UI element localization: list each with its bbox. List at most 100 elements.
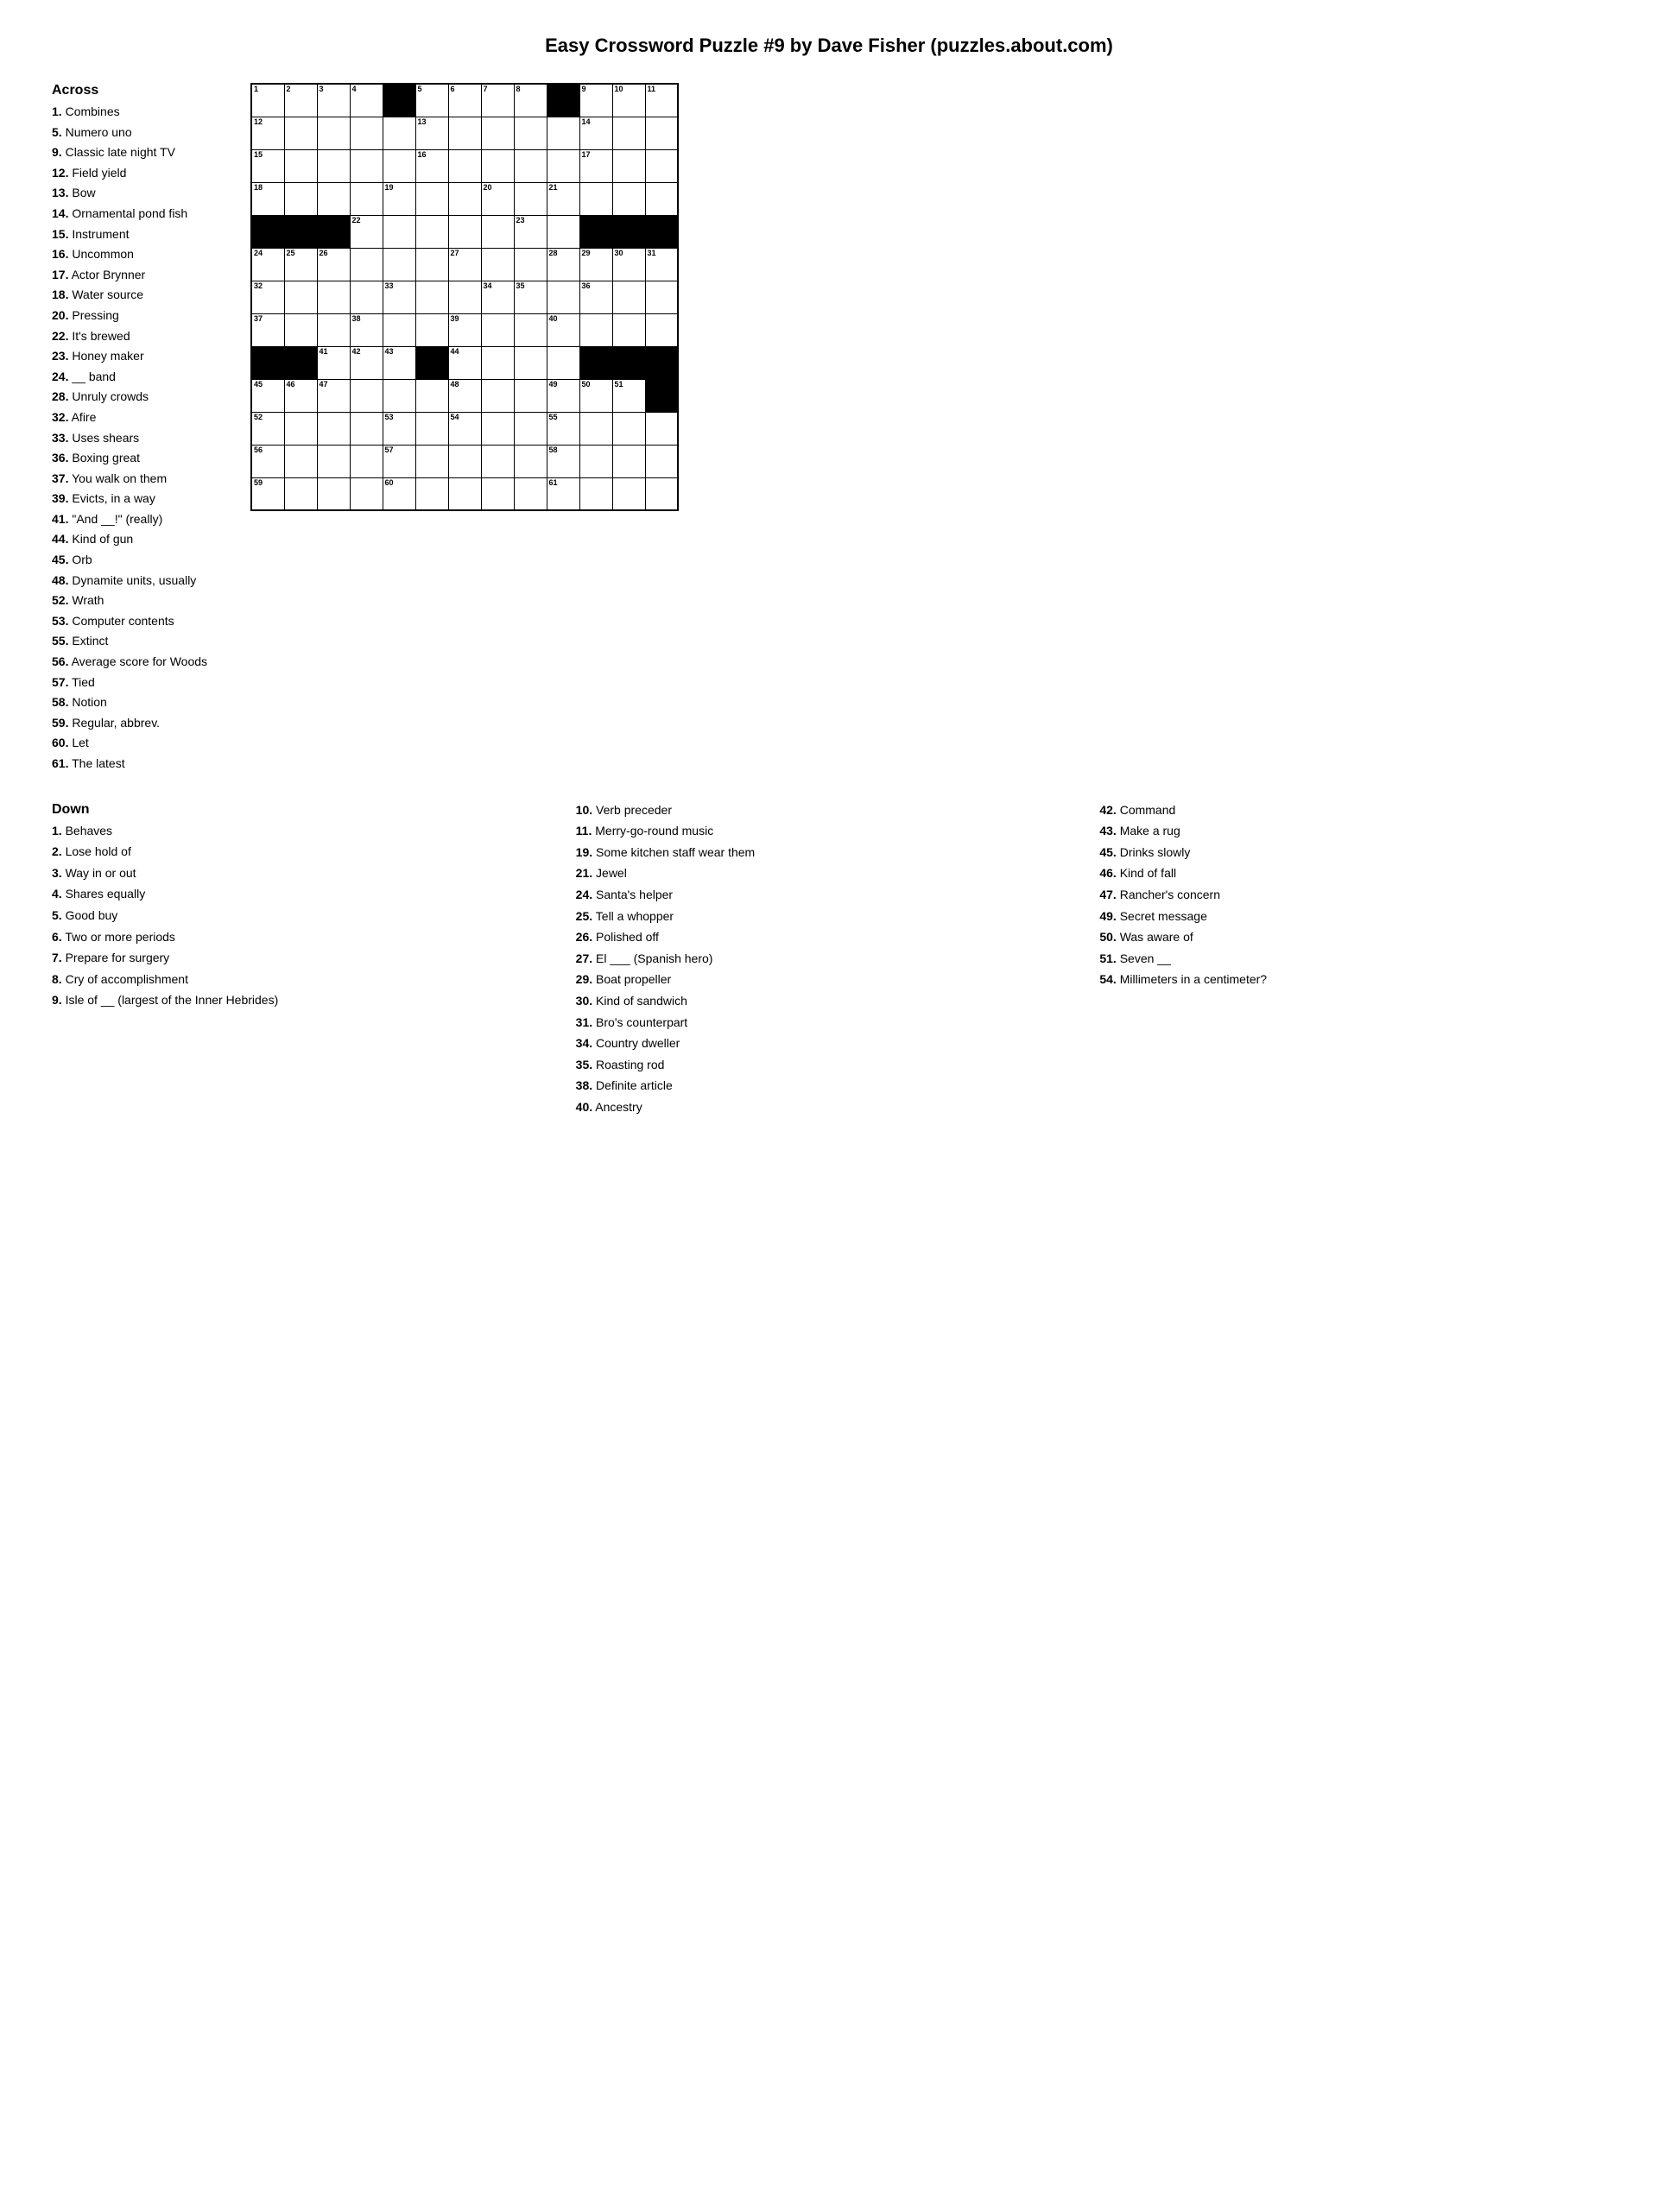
- cell-number: 53: [385, 414, 394, 421]
- cell-number: 15: [254, 151, 263, 159]
- grid-cell: [645, 182, 678, 215]
- grid-cell: [514, 379, 547, 412]
- grid-cell: [514, 346, 547, 379]
- grid-cell: [383, 117, 415, 149]
- clue-item: 47. Rancher's concern: [1099, 887, 1606, 904]
- grid-cell: [383, 379, 415, 412]
- grid-cell: [415, 379, 448, 412]
- grid-cell: [481, 313, 514, 346]
- grid-cell: [383, 313, 415, 346]
- grid-cell: [415, 248, 448, 281]
- grid-cell: 52: [251, 412, 284, 445]
- grid-cell: 44: [448, 346, 481, 379]
- cell-number: 11: [648, 85, 656, 93]
- grid-cell: [481, 215, 514, 248]
- grid-cell: 22: [350, 215, 383, 248]
- grid-cell: [317, 445, 350, 477]
- grid-cell: 31: [645, 248, 678, 281]
- clue-item: 29. Boat propeller: [576, 971, 1083, 989]
- clue-item: 41. "And __!" (really): [52, 511, 225, 528]
- grid-cell: [317, 117, 350, 149]
- clue-item: 32. Afire: [52, 409, 225, 427]
- clue-item: 54. Millimeters in a centimeter?: [1099, 971, 1606, 989]
- grid-cell: 56: [251, 445, 284, 477]
- grid-cell: [415, 412, 448, 445]
- grid-cell: [481, 248, 514, 281]
- grid-cell: [251, 215, 284, 248]
- cell-number: 14: [582, 118, 591, 126]
- grid-cell: 27: [448, 248, 481, 281]
- clue-item: 19. Some kitchen staff wear them: [576, 844, 1083, 862]
- clue-item: 33. Uses shears: [52, 430, 225, 447]
- clue-item: 14. Ornamental pond fish: [52, 205, 225, 223]
- clue-item: 1. Combines: [52, 104, 225, 121]
- cell-number: 30: [615, 250, 623, 257]
- grid-cell: [251, 346, 284, 379]
- grid-cell: 8: [514, 84, 547, 117]
- clue-item: 12. Field yield: [52, 165, 225, 182]
- grid-cell: 15: [251, 149, 284, 182]
- clue-item: 36. Boxing great: [52, 450, 225, 467]
- grid-cell: [612, 313, 645, 346]
- clue-item: 44. Kind of gun: [52, 531, 225, 548]
- grid-cell: [612, 149, 645, 182]
- grid-cell: 61: [547, 477, 579, 510]
- grid-cell: 35: [514, 281, 547, 313]
- cell-number: 48: [451, 381, 459, 389]
- clue-item: 3. Way in or out: [52, 865, 559, 882]
- grid-cell: 29: [579, 248, 612, 281]
- grid-cell: [612, 412, 645, 445]
- cell-number: 22: [352, 217, 361, 224]
- grid-cell: [514, 117, 547, 149]
- clue-item: 30. Kind of sandwich: [576, 993, 1083, 1010]
- clue-item: 61. The latest: [52, 755, 225, 773]
- cell-number: 31: [648, 250, 656, 257]
- clue-item: 24. Santa's helper: [576, 887, 1083, 904]
- grid-cell: [350, 477, 383, 510]
- cell-number: 47: [320, 381, 328, 389]
- cell-number: 38: [352, 315, 361, 323]
- grid-cell: 43: [383, 346, 415, 379]
- cell-number: 24: [254, 250, 263, 257]
- cell-number: 10: [615, 85, 623, 93]
- clue-item: 34. Country dweller: [576, 1035, 1083, 1052]
- grid-cell: [284, 346, 317, 379]
- page-title: Easy Crossword Puzzle #9 by Dave Fisher …: [52, 35, 1606, 57]
- grid-cell: [645, 117, 678, 149]
- cell-number: 7: [484, 85, 488, 93]
- grid-cell: [481, 117, 514, 149]
- grid-cell: [415, 346, 448, 379]
- grid-cell: 58: [547, 445, 579, 477]
- clue-item: 16. Uncommon: [52, 246, 225, 263]
- grid-cell: [317, 182, 350, 215]
- cell-number: 13: [418, 118, 427, 126]
- cell-number: 46: [287, 381, 295, 389]
- grid-cell: [481, 346, 514, 379]
- clue-item: 58. Notion: [52, 694, 225, 711]
- grid-cell: [448, 117, 481, 149]
- grid-cell: [579, 445, 612, 477]
- clue-item: 21. Jewel: [576, 865, 1083, 882]
- cell-number: 26: [320, 250, 328, 257]
- grid-cell: [514, 313, 547, 346]
- grid-cell: [547, 346, 579, 379]
- clue-item: 2. Lose hold of: [52, 844, 559, 861]
- cell-number: 35: [516, 282, 525, 290]
- bottom-clues-section: Down 1. Behaves2. Lose hold of3. Way in …: [52, 802, 1606, 1121]
- grid-cell: [284, 149, 317, 182]
- grid-cell: [415, 215, 448, 248]
- grid-cell: [284, 412, 317, 445]
- grid-cell: [317, 215, 350, 248]
- grid-cell: 30: [612, 248, 645, 281]
- clue-item: 23. Honey maker: [52, 348, 225, 365]
- clue-item: 22. It's brewed: [52, 328, 225, 345]
- cell-number: 28: [549, 250, 558, 257]
- cell-number: 21: [549, 184, 558, 192]
- grid-cell: [317, 412, 350, 445]
- cell-number: 23: [516, 217, 525, 224]
- cell-number: 33: [385, 282, 394, 290]
- grid-cell: [448, 477, 481, 510]
- clue-item: 17. Actor Brynner: [52, 267, 225, 284]
- grid-cell: 7: [481, 84, 514, 117]
- grid-cell: [284, 215, 317, 248]
